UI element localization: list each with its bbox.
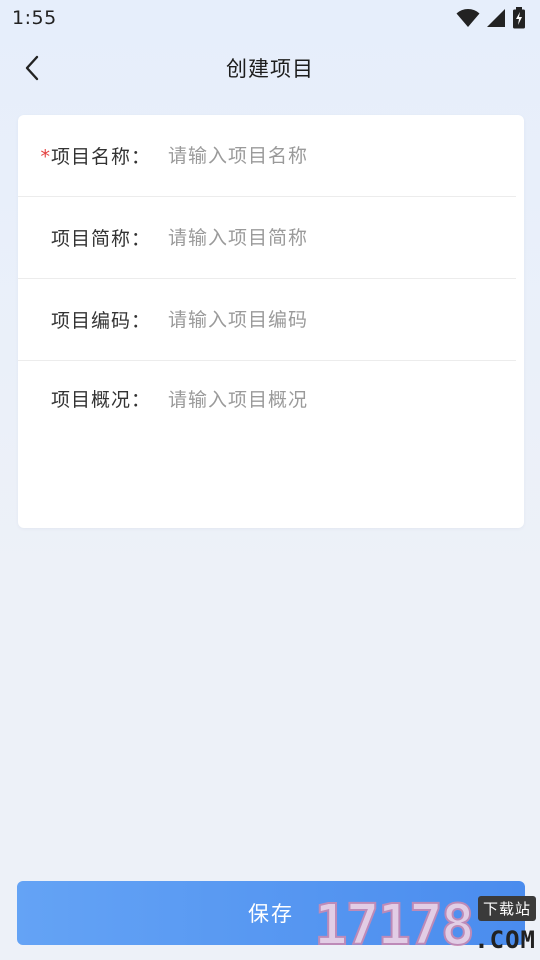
project-overview-label: 项目概况： <box>50 389 151 411</box>
project-name-label: *项目名称： <box>18 142 163 169</box>
project-name-input[interactable] <box>163 135 516 176</box>
wifi-icon <box>456 9 480 27</box>
chevron-left-icon <box>25 55 39 81</box>
save-button[interactable]: 保存 <box>17 881 525 945</box>
status-time: 1:55 <box>12 7 57 29</box>
page-title: 创建项目 <box>226 57 314 81</box>
project-overview-textarea[interactable] <box>163 387 516 507</box>
project-short-name-input[interactable] <box>163 217 516 258</box>
status-bar: 1:55 <box>0 0 540 36</box>
form-row-project-overview: 项目概况： <box>18 361 516 527</box>
nav-bar: 创建项目 <box>0 40 540 96</box>
project-code-label: 项目编码： <box>50 310 151 332</box>
back-button[interactable] <box>14 48 50 88</box>
signal-icon <box>487 9 505 27</box>
project-name-label-text: 项目名称： <box>50 146 151 168</box>
project-form: *项目名称： 项目简称： 项目编码： 项目概况： <box>18 115 524 528</box>
form-row-project-code: 项目编码： <box>18 279 516 361</box>
form-row-project-short-name: 项目简称： <box>18 197 516 279</box>
project-code-input[interactable] <box>163 299 516 340</box>
required-mark: * <box>40 146 51 168</box>
project-short-name-label: 项目简称： <box>50 228 151 250</box>
form-row-project-name: *项目名称： <box>18 115 516 197</box>
battery-charging-icon <box>513 7 525 29</box>
status-icons <box>456 7 526 29</box>
